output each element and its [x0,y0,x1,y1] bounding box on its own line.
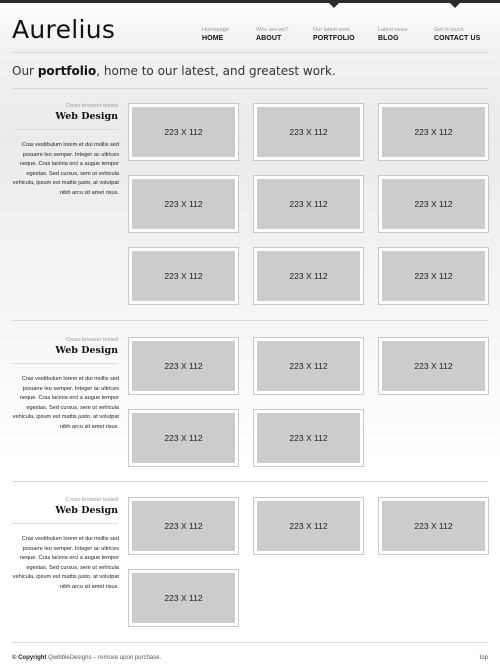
site-logo[interactable]: Aurelius [12,15,115,44]
thumbnail-placeholder-label: 223 X 112 [382,251,485,301]
copyright-text: QwibbleDesigns – remove upon purchase. [46,655,162,661]
active-nav-indicator [450,3,460,8]
copyright-label: © Copyright [12,655,47,661]
footer-copyright: © Copyright QwibbleDesigns – remove upon… [12,655,161,661]
thumbnail-placeholder-label: 223 X 112 [132,251,235,301]
section-title-divider [12,129,118,130]
portfolio-thumbnail[interactable]: 223 X 112 [128,103,239,161]
section-description: Cras vestibulum lorem et dui mollis sed … [12,142,119,196]
thumbnail-placeholder-label: 223 X 112 [132,107,235,157]
thumbnail-placeholder-label: 223 X 112 [132,341,235,391]
nav-item-subtitle: Get in touch [434,27,464,33]
nav-item-label: HOME [202,35,224,42]
portfolio-thumbnail[interactable]: 223 X 112 [128,175,239,233]
tagline-pre: Our [12,64,38,78]
section-subtitle: Cross-browser tested [65,497,118,503]
thumbnail-placeholder-label: 223 X 112 [382,501,485,551]
nav-item-label: BLOG [378,35,399,42]
portfolio-thumbnail[interactable]: 223 X 112 [378,497,489,555]
portfolio-thumbnail[interactable]: 223 X 112 [378,247,489,305]
section-title: Web Design [55,505,118,516]
portfolio-thumbnail[interactable]: 223 X 112 [128,409,239,467]
nav-item-home[interactable]: Homepage HOME [202,27,229,44]
section-title: Web Design [55,345,118,356]
nav-item-label: CONTACT US [434,35,481,42]
portfolio-thumbnail[interactable]: 223 X 112 [378,175,489,233]
thumbnail-placeholder-label: 223 X 112 [132,413,235,463]
nav-item-subtitle: Who are we? [256,27,289,33]
portfolio-thumbnail[interactable]: 223 X 112 [253,103,364,161]
portfolio-thumbnail[interactable]: 223 X 112 [128,337,239,395]
nav-item-blog[interactable]: Latest news BLOG [378,27,407,44]
tagline-post: , home to our latest, and greatest work. [96,64,336,78]
nav-item-contact-us[interactable]: Get in touch CONTACT US [434,27,480,44]
portfolio-thumbnail[interactable]: 223 X 112 [128,497,239,555]
portfolio-thumbnail[interactable]: 223 X 112 [128,569,239,627]
section-divider [12,481,488,482]
header-divider [12,52,488,53]
nav-item-about[interactable]: Who are we? ABOUT [256,27,288,44]
section-title: Web Design [55,111,118,122]
portfolio-thumbnail[interactable]: 223 X 112 [253,247,364,305]
top-bar [0,0,500,3]
nav-item-subtitle: Latest news [378,27,408,33]
thumbnail-placeholder-label: 223 X 112 [382,179,485,229]
thumbnail-placeholder-label: 223 X 112 [132,179,235,229]
portfolio-section: Cross-browser tested Web Design Cras vesti… [12,497,489,672]
section-subtitle: Cross-browser tested [65,103,118,109]
thumbnail-placeholder-label: 223 X 112 [257,501,360,551]
nav-item-label: PORTFOLIO [313,35,355,42]
section-title-divider [12,363,118,364]
thumbnail-placeholder-label: 223 X 112 [257,413,360,463]
portfolio-thumbnail[interactable]: 223 X 112 [253,337,364,395]
thumbnail-placeholder-label: 223 X 112 [257,341,360,391]
section-divider [12,320,488,321]
portfolio-thumbnail[interactable]: 223 X 112 [378,337,489,395]
thumbnail-placeholder-label: 223 X 112 [257,107,360,157]
thumbnail-placeholder-label: 223 X 112 [382,341,485,391]
thumbnail-placeholder-label: 223 X 112 [132,501,235,551]
section-description: Cras vestibulum lorem et dui mollis sed … [12,536,119,590]
tagline-bold: portfolio [37,64,97,78]
thumbnail-placeholder-label: 223 X 112 [257,179,360,229]
nav-item-subtitle: Our latest work [313,27,350,33]
section-title-divider [12,523,118,524]
section-subtitle: Cross-browser tested [65,337,118,343]
active-nav-indicator [329,3,339,8]
thumbnail-placeholder-label: 223 X 112 [382,107,485,157]
portfolio-section: Cross-browser tested Web Design Cras vesti… [12,103,489,305]
footer-divider [12,642,488,643]
thumbnail-placeholder-label: 223 X 112 [132,573,235,623]
portfolio-thumbnail[interactable]: 223 X 112 [378,103,489,161]
back-to-top-link[interactable]: top [480,655,488,661]
intro-divider [12,88,488,89]
portfolio-thumbnail[interactable]: 223 X 112 [253,497,364,555]
page-tagline: Our portfolio, home to our latest, and g… [12,64,336,78]
portfolio-thumbnail[interactable]: 223 X 112 [253,175,364,233]
nav-item-portfolio[interactable]: Our latest work PORTFOLIO [313,27,355,44]
portfolio-thumbnail[interactable]: 223 X 112 [253,409,364,467]
nav-item-label: ABOUT [256,35,282,42]
section-description: Cras vestibulum lorem et dui mollis sed … [12,376,119,430]
portfolio-thumbnail[interactable]: 223 X 112 [128,247,239,305]
thumbnail-placeholder-label: 223 X 112 [257,251,360,301]
nav-item-subtitle: Homepage [202,27,229,33]
